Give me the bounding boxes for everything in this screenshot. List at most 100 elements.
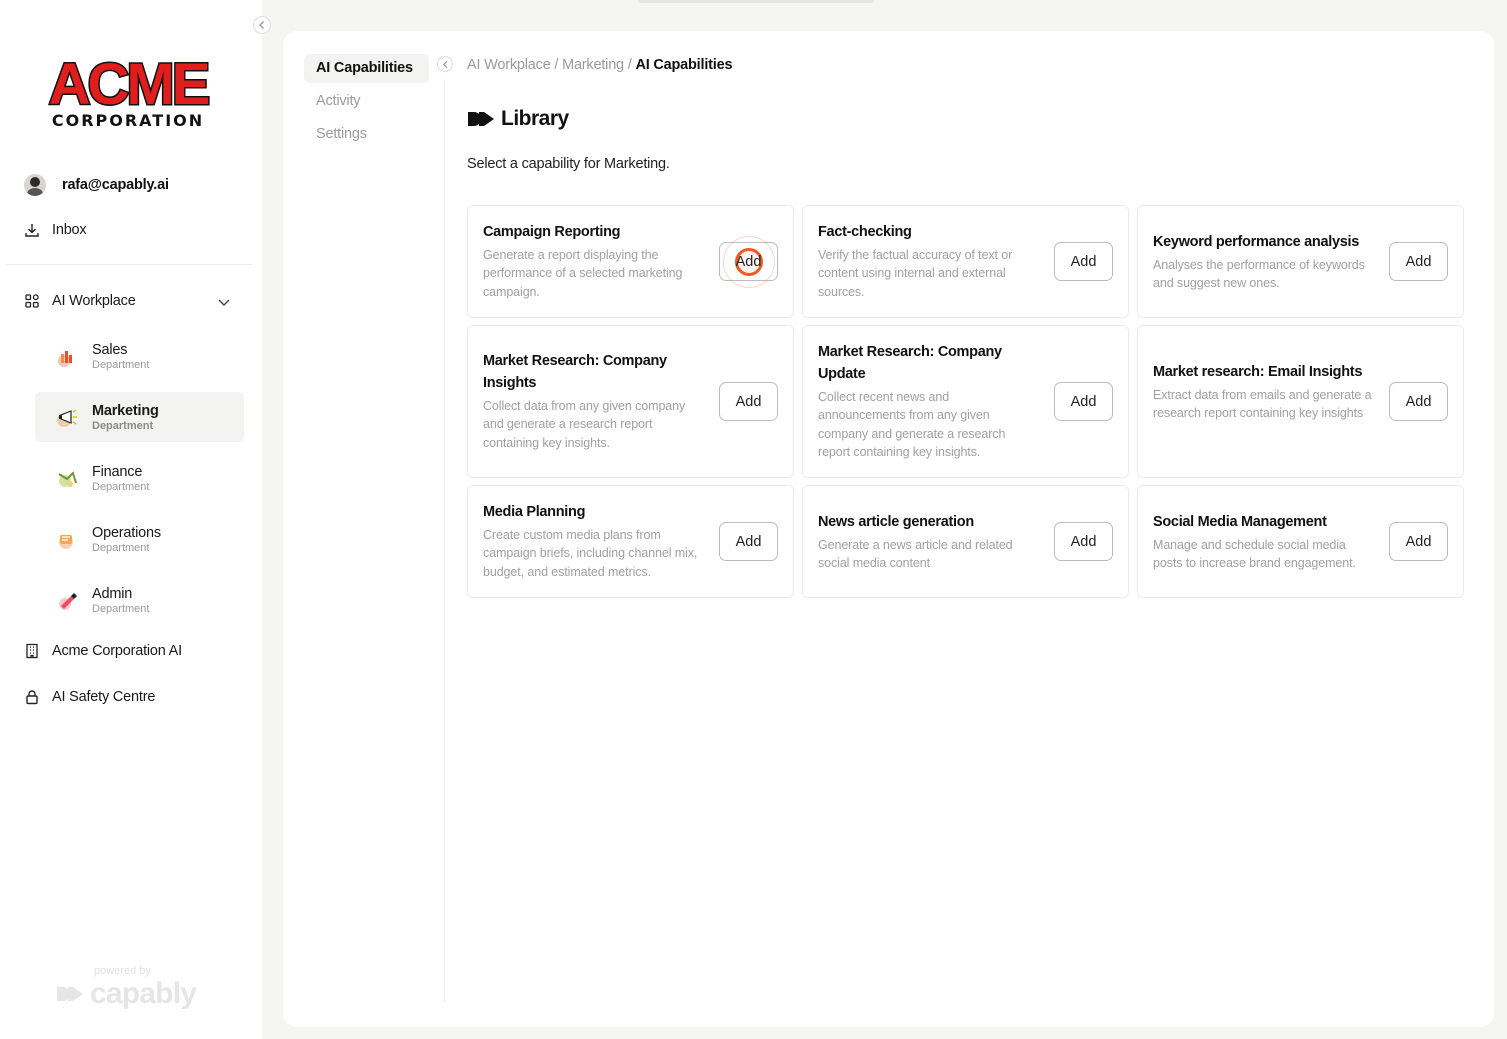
card-description: Verify the factual accuracy of text or c… bbox=[818, 246, 1040, 301]
sidebar-item-sales[interactable]: Sales Department bbox=[35, 331, 244, 381]
add-button-email-insights[interactable]: Add bbox=[1389, 382, 1448, 421]
capability-card-company-update: Market Research: Company Update Collect … bbox=[802, 325, 1129, 478]
capability-card-company-insights: Market Research: Company Insights Collec… bbox=[467, 325, 794, 478]
subnav-activity[interactable]: Activity bbox=[304, 87, 442, 116]
card-title: Media Planning bbox=[483, 501, 705, 523]
avatar bbox=[24, 174, 46, 196]
chevron-left-icon bbox=[257, 20, 267, 30]
add-button-fact-checking[interactable]: Add bbox=[1054, 242, 1113, 281]
chevron-down-icon[interactable] bbox=[216, 294, 232, 310]
card-description: Manage and schedule social media posts t… bbox=[1153, 536, 1375, 573]
grid-icon bbox=[24, 293, 40, 309]
breadcrumb-marketing[interactable]: Marketing bbox=[562, 57, 624, 73]
card-title: Keyword performance analysis bbox=[1153, 231, 1375, 253]
user-profile[interactable]: rafa@capably.ai bbox=[24, 174, 169, 196]
sidebar-item-ai-workplace[interactable]: AI Workplace bbox=[24, 293, 136, 309]
dept-sub: Department bbox=[92, 481, 149, 494]
card-title: Fact-checking bbox=[818, 221, 1040, 243]
card-description: Analyses the performance of keywords and… bbox=[1153, 256, 1375, 293]
capably-wordmark: capably bbox=[90, 977, 196, 1011]
sidebar-item-company-ai[interactable]: Acme Corporation AI bbox=[24, 643, 182, 659]
breadcrumb-ai-workplace[interactable]: AI Workplace bbox=[467, 57, 551, 73]
capability-card-fact-checking: Fact-checking Verify the factual accurac… bbox=[802, 205, 1129, 318]
add-button-campaign-reporting[interactable]: Add bbox=[719, 242, 778, 281]
dept-sub: Department bbox=[92, 542, 161, 555]
sidebar-item-marketing[interactable]: Marketing Department bbox=[35, 392, 244, 442]
main-panel: AI Capabilities Activity Settings AI Wor… bbox=[283, 31, 1494, 1027]
capability-card-social-media: Social Media Management Manage and sched… bbox=[1137, 485, 1464, 598]
dept-name: Operations bbox=[92, 524, 161, 542]
acme-logo: ACME CORPORATION bbox=[38, 52, 218, 132]
chevron-left-icon bbox=[441, 60, 450, 69]
add-button-social-media[interactable]: Add bbox=[1389, 522, 1448, 561]
sidebar-collapse-button[interactable] bbox=[253, 16, 271, 34]
capability-card-news-article: News article generation Generate a news … bbox=[802, 485, 1129, 598]
add-button-keyword-performance[interactable]: Add bbox=[1389, 242, 1448, 281]
card-description: Collect data from any given company and … bbox=[483, 397, 705, 452]
capability-card-media-planning: Media Planning Create custom media plans… bbox=[467, 485, 794, 598]
building-icon bbox=[24, 643, 40, 659]
dept-name: Finance bbox=[92, 463, 149, 481]
sidebar-item-label: AI Safety Centre bbox=[52, 689, 155, 705]
card-description: Extract data from emails and generate a … bbox=[1153, 386, 1375, 423]
dept-sub: Department bbox=[92, 420, 159, 433]
card-title: Market research: Email Insights bbox=[1153, 361, 1375, 383]
sidebar-item-label: Acme Corporation AI bbox=[52, 643, 182, 659]
breadcrumb-current: AI Capabilities bbox=[635, 57, 732, 73]
download-icon bbox=[24, 222, 40, 238]
sidebar-item-finance[interactable]: Finance Department bbox=[35, 453, 244, 503]
capability-card-keyword-performance: Keyword performance analysis Analyses th… bbox=[1137, 205, 1464, 318]
logo-subtitle: CORPORATION bbox=[52, 111, 204, 130]
breadcrumb-separator: / bbox=[551, 57, 563, 73]
powered-by-text: powered by bbox=[94, 965, 206, 977]
admin-icon bbox=[53, 586, 81, 614]
logo-wordmark: ACME bbox=[49, 52, 209, 117]
subnav-divider bbox=[444, 79, 445, 1003]
dept-sub: Department bbox=[92, 603, 149, 616]
card-title: Market Research: Company Update bbox=[818, 341, 1040, 385]
card-title: Market Research: Company Insights bbox=[483, 350, 705, 394]
capability-card-email-insights: Market research: Email Insights Extract … bbox=[1137, 325, 1464, 478]
sidebar-item-admin[interactable]: Admin Department bbox=[35, 575, 244, 625]
capably-logo-icon bbox=[56, 986, 84, 1002]
card-title: Campaign Reporting bbox=[483, 221, 705, 243]
sidebar: ACME CORPORATION rafa@capably.ai Inbox A… bbox=[0, 0, 262, 1039]
add-button-company-update[interactable]: Add bbox=[1054, 382, 1113, 421]
card-title: News article generation bbox=[818, 511, 1040, 533]
megaphone-icon bbox=[53, 403, 81, 431]
card-description: Create custom media plans from campaign … bbox=[483, 526, 705, 581]
card-description: Generate a report displaying the perform… bbox=[483, 246, 705, 301]
dept-name: Marketing bbox=[92, 402, 159, 420]
powered-by-capably: powered by capably bbox=[56, 965, 206, 1011]
sales-icon bbox=[53, 342, 81, 370]
breadcrumb: AI Workplace / Marketing / AI Capabiliti… bbox=[467, 57, 732, 73]
page-description: Select a capability for Marketing. bbox=[467, 156, 670, 172]
user-email: rafa@capably.ai bbox=[62, 177, 169, 193]
capably-logo-icon bbox=[467, 111, 495, 127]
operations-icon bbox=[53, 525, 81, 553]
subnav-settings[interactable]: Settings bbox=[304, 120, 442, 149]
dept-sub: Department bbox=[92, 359, 149, 372]
subnav-ai-capabilities[interactable]: AI Capabilities bbox=[304, 54, 429, 83]
window-drag-handle[interactable] bbox=[638, 0, 874, 3]
sidebar-item-operations[interactable]: Operations Department bbox=[35, 514, 244, 564]
add-button-news-article[interactable]: Add bbox=[1054, 522, 1113, 561]
lock-icon bbox=[24, 689, 40, 705]
sub-navigation: AI Capabilities Activity Settings bbox=[304, 54, 442, 153]
add-button-label: Add bbox=[736, 254, 762, 270]
add-button-media-planning[interactable]: Add bbox=[719, 522, 778, 561]
finance-icon bbox=[53, 464, 81, 492]
dept-name: Sales bbox=[92, 341, 149, 359]
sidebar-item-safety[interactable]: AI Safety Centre bbox=[24, 689, 155, 705]
breadcrumb-separator: / bbox=[624, 57, 636, 73]
capability-card-campaign-reporting: Campaign Reporting Generate a report dis… bbox=[467, 205, 794, 318]
sidebar-item-label: Inbox bbox=[52, 222, 86, 238]
page-title: Library bbox=[467, 107, 569, 131]
dept-name: Admin bbox=[92, 585, 149, 603]
add-button-company-insights[interactable]: Add bbox=[719, 382, 778, 421]
subnav-collapse-button[interactable] bbox=[437, 56, 453, 72]
card-description: Collect recent news and announcements fr… bbox=[818, 388, 1040, 462]
sidebar-item-inbox[interactable]: Inbox bbox=[24, 222, 86, 238]
card-description: Generate a news article and related soci… bbox=[818, 536, 1040, 573]
card-title: Social Media Management bbox=[1153, 511, 1375, 533]
